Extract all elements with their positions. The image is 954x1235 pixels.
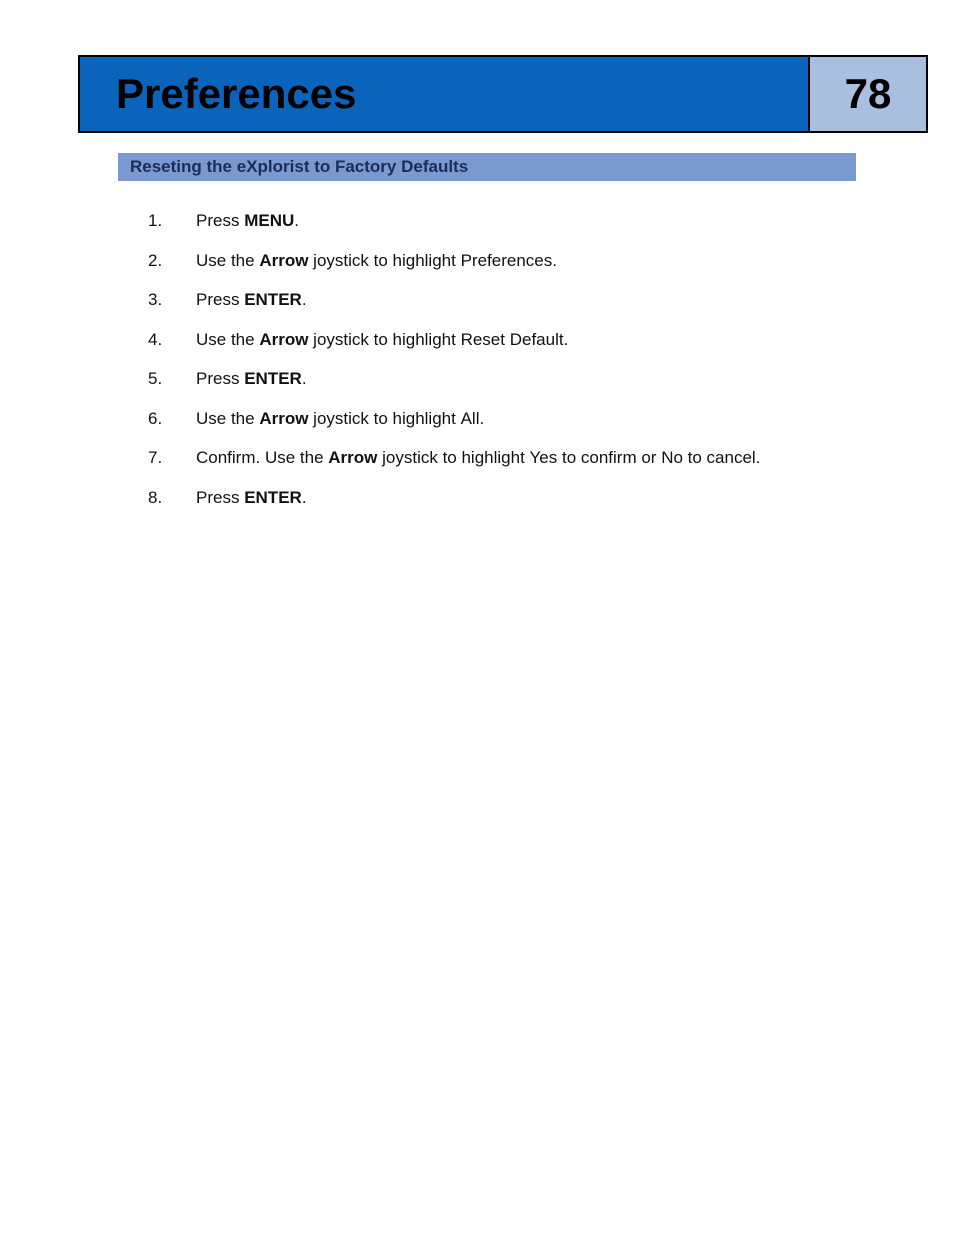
step-text-fragment: MENU [244, 211, 294, 230]
step-text-fragment: . [294, 211, 299, 230]
step-text-fragment: Use the [196, 409, 259, 428]
step-text-fragment: Press [196, 369, 244, 388]
step-row: 6.Use the Arrow joystick to highlight Al… [148, 406, 868, 432]
step-text-fragment: ENTER [244, 369, 302, 388]
step-row: 8.Press ENTER. [148, 485, 868, 511]
step-number: 7. [148, 445, 196, 471]
step-number: 6. [148, 406, 196, 432]
step-body: Press ENTER. [196, 287, 868, 313]
step-text-fragment: ENTER [244, 488, 302, 507]
step-row: 2.Use the Arrow joystick to highlight Pr… [148, 248, 868, 274]
step-text-fragment: . [479, 409, 484, 428]
step-text-fragment: Use the [196, 330, 259, 349]
step-body: Confirm. Use the Arrow joystick to highl… [196, 445, 868, 471]
page-header-main: Preferences [78, 55, 810, 133]
step-number: 1. [148, 208, 196, 234]
step-row: 5.Press ENTER. [148, 366, 868, 392]
steps-list: 1.Press MENU.2.Use the Arrow joystick to… [148, 208, 868, 524]
step-row: 1.Press MENU. [148, 208, 868, 234]
section-title: Reseting the eXplorist to Factory Defaul… [130, 157, 468, 177]
step-number: 8. [148, 485, 196, 511]
page-number: 78 [845, 70, 892, 118]
step-text-fragment: . [552, 251, 557, 270]
step-text-fragment: Preferences [461, 251, 553, 270]
step-row: 4.Use the Arrow joystick to highlight Re… [148, 327, 868, 353]
step-body: Press MENU. [196, 208, 868, 234]
page-title: Preferences [116, 70, 357, 118]
step-text-fragment: Press [196, 290, 244, 309]
step-text-fragment: joystick to highlight [308, 330, 460, 349]
step-text-fragment: . [302, 488, 307, 507]
step-row: 7.Confirm. Use the Arrow joystick to hig… [148, 445, 868, 471]
step-text-fragment: Arrow [328, 448, 377, 467]
step-text-fragment: Arrow [259, 330, 308, 349]
step-number: 3. [148, 287, 196, 313]
step-body: Press ENTER. [196, 485, 868, 511]
step-text-fragment: ENTER [244, 290, 302, 309]
step-text-fragment: joystick to highlight [308, 251, 460, 270]
step-text-fragment: joystick to highlight [308, 409, 460, 428]
step-body: Use the Arrow joystick to highlight All. [196, 406, 868, 432]
page-number-box: 78 [810, 55, 928, 133]
step-number: 5. [148, 366, 196, 392]
step-text-fragment: . [302, 290, 307, 309]
step-row: 3.Press ENTER. [148, 287, 868, 313]
step-number: 4. [148, 327, 196, 353]
step-text-fragment: Arrow [259, 251, 308, 270]
step-number: 2. [148, 248, 196, 274]
step-body: Use the Arrow joystick to highlight Pref… [196, 248, 868, 274]
step-text-fragment: Press [196, 488, 244, 507]
step-text-fragment: to confirm or [557, 448, 661, 467]
step-text-fragment: All [461, 409, 480, 428]
step-text-fragment: Arrow [259, 409, 308, 428]
step-text-fragment: Confirm. Use the [196, 448, 328, 467]
step-body: Use the Arrow joystick to highlight Rese… [196, 327, 868, 353]
step-text-fragment: Use the [196, 251, 259, 270]
section-heading-bar: Reseting the eXplorist to Factory Defaul… [118, 153, 856, 181]
step-text-fragment: No [661, 448, 683, 467]
step-text-fragment: Yes [530, 448, 558, 467]
step-text-fragment: . [564, 330, 569, 349]
step-text-fragment: joystick to highlight [377, 448, 529, 467]
step-text-fragment: Press [196, 211, 244, 230]
page-header: Preferences 78 [78, 55, 928, 133]
step-text-fragment: Reset Default [461, 330, 564, 349]
step-body: Press ENTER. [196, 366, 868, 392]
step-text-fragment: to cancel. [683, 448, 761, 467]
step-text-fragment: . [302, 369, 307, 388]
